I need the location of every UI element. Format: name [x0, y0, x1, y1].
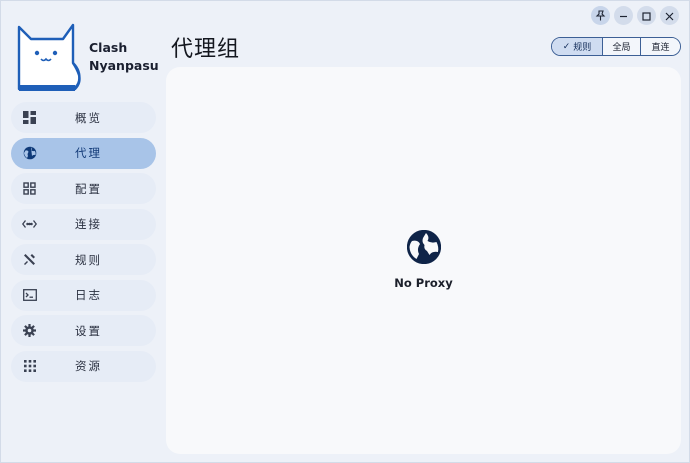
sidebar-item-profiles[interactable]: 配置 — [11, 173, 156, 204]
app-name-line2: Nyanpasu — [89, 58, 159, 73]
mode-global-label: 全局 — [612, 43, 631, 53]
close-button[interactable] — [660, 6, 679, 25]
minimize-button[interactable] — [614, 6, 633, 25]
minimize-icon — [619, 6, 628, 25]
sidebar-item-resources[interactable]: 资源 — [11, 350, 156, 382]
sidebar-item-logs[interactable]: 日志 — [11, 279, 156, 311]
mode-direct-label: 直连 — [651, 43, 670, 53]
page-title: 代理组 — [171, 37, 241, 62]
sidebar-item-proxy[interactable]: 代理 — [11, 137, 156, 169]
app-window: Clash Nyanpasu 概览 代理 配置 连接 规则 日志 设置 资源 代… — [0, 0, 690, 463]
sidebar-item-label: 规则 — [75, 252, 102, 267]
mode-rule-button[interactable]: ✓ 规则 — [552, 38, 603, 55]
sidebar-item-overview[interactable]: 概览 — [11, 102, 156, 133]
app-logo — [15, 19, 85, 93]
sidebar-item-label: 代理 — [75, 146, 102, 160]
maximize-icon — [642, 6, 651, 25]
globe-icon — [406, 229, 441, 265]
app-name-line1: Clash — [89, 40, 128, 55]
maximize-button[interactable] — [637, 6, 656, 25]
sidebar-item-rules[interactable]: 规则 — [11, 244, 156, 275]
mode-global-button[interactable]: 全局 — [603, 38, 641, 55]
empty-state: No Proxy — [166, 229, 681, 290]
sidebar-item-label: 配置 — [75, 181, 102, 196]
pin-button[interactable] — [591, 6, 610, 25]
sidebar-item-label: 概览 — [75, 110, 102, 125]
close-icon — [665, 6, 674, 25]
sidebar-item-connections[interactable]: 连接 — [11, 208, 156, 240]
proxy-mode-toggle-group: ✓ 规则 全局 直连 — [551, 37, 681, 56]
sidebar-item-settings[interactable]: 设置 — [11, 315, 156, 346]
window-controls — [591, 6, 679, 25]
sidebar-item-label: 资源 — [75, 359, 102, 373]
sidebar-item-label: 连接 — [75, 217, 102, 231]
mode-direct-button[interactable]: 直连 — [641, 38, 680, 55]
sidebar-item-label: 设置 — [75, 323, 102, 338]
sidebar-item-label: 日志 — [75, 288, 102, 302]
sidebar-nav: 概览 代理 配置 连接 规则 日志 设置 资源 — [11, 102, 156, 386]
pin-icon — [595, 6, 606, 25]
mode-rule-label: 规则 — [573, 43, 592, 53]
app-name: Clash Nyanpasu — [89, 39, 159, 75]
check-icon: ✓ — [562, 41, 571, 52]
empty-state-text: No Proxy — [394, 276, 453, 290]
proxy-groups-panel: No Proxy — [166, 67, 681, 454]
